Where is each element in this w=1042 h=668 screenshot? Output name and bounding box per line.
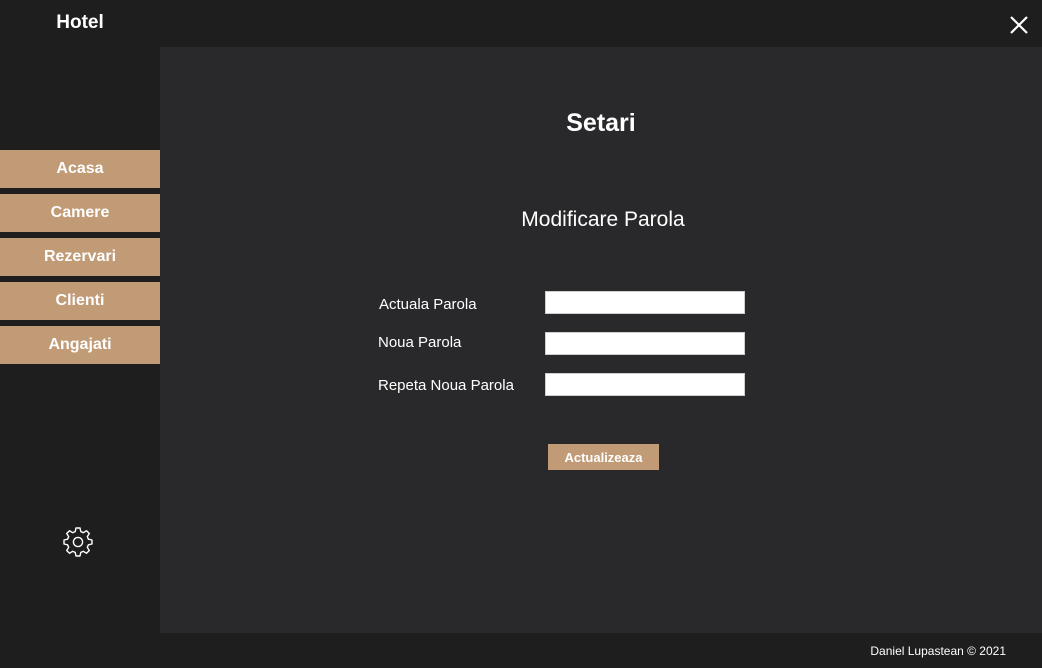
current-password-field[interactable] xyxy=(545,291,745,314)
sidebar-item-angajati[interactable]: Angajati xyxy=(0,326,160,364)
close-button[interactable] xyxy=(1006,12,1032,38)
close-icon[interactable] xyxy=(1006,12,1032,38)
repeat-password-label: Repeta Noua Parola xyxy=(378,377,514,394)
new-password-field[interactable] xyxy=(545,332,745,355)
repeat-password-field[interactable] xyxy=(545,373,745,396)
update-button[interactable]: Actualizeaza xyxy=(548,444,659,470)
settings-button[interactable] xyxy=(62,526,94,558)
page-title: Setari xyxy=(566,109,636,137)
settings-panel: Setari Modificare Parola Actuala Parola … xyxy=(160,47,1042,633)
gear-icon[interactable] xyxy=(62,526,94,558)
sidebar-item-label: Camere xyxy=(50,204,110,221)
sidebar-item-label: Rezervari xyxy=(43,248,117,265)
sidebar-item-camere[interactable]: Camere xyxy=(0,194,160,232)
new-password-label: Noua Parola xyxy=(378,334,462,351)
sidebar-item-clienti[interactable]: Clienti xyxy=(0,282,160,320)
sidebar-item-acasa[interactable]: Acasa xyxy=(0,150,160,188)
footer-credit: Daniel Lupastean © 2021 xyxy=(870,644,1006,658)
sidebar-item-rezervari[interactable]: Rezervari xyxy=(0,238,160,276)
current-password-label: Actuala Parola xyxy=(379,296,477,313)
sidebar-item-label: Acasa xyxy=(56,160,104,177)
sidebar-item-label: Clienti xyxy=(55,292,105,309)
section-title: Modificare Parola xyxy=(521,208,685,231)
app-title: Hotel xyxy=(56,12,104,33)
sidebar-nav: Acasa Camere Rezervari Clienti Angajati xyxy=(0,150,160,370)
sidebar-item-label: Angajati xyxy=(48,336,112,353)
